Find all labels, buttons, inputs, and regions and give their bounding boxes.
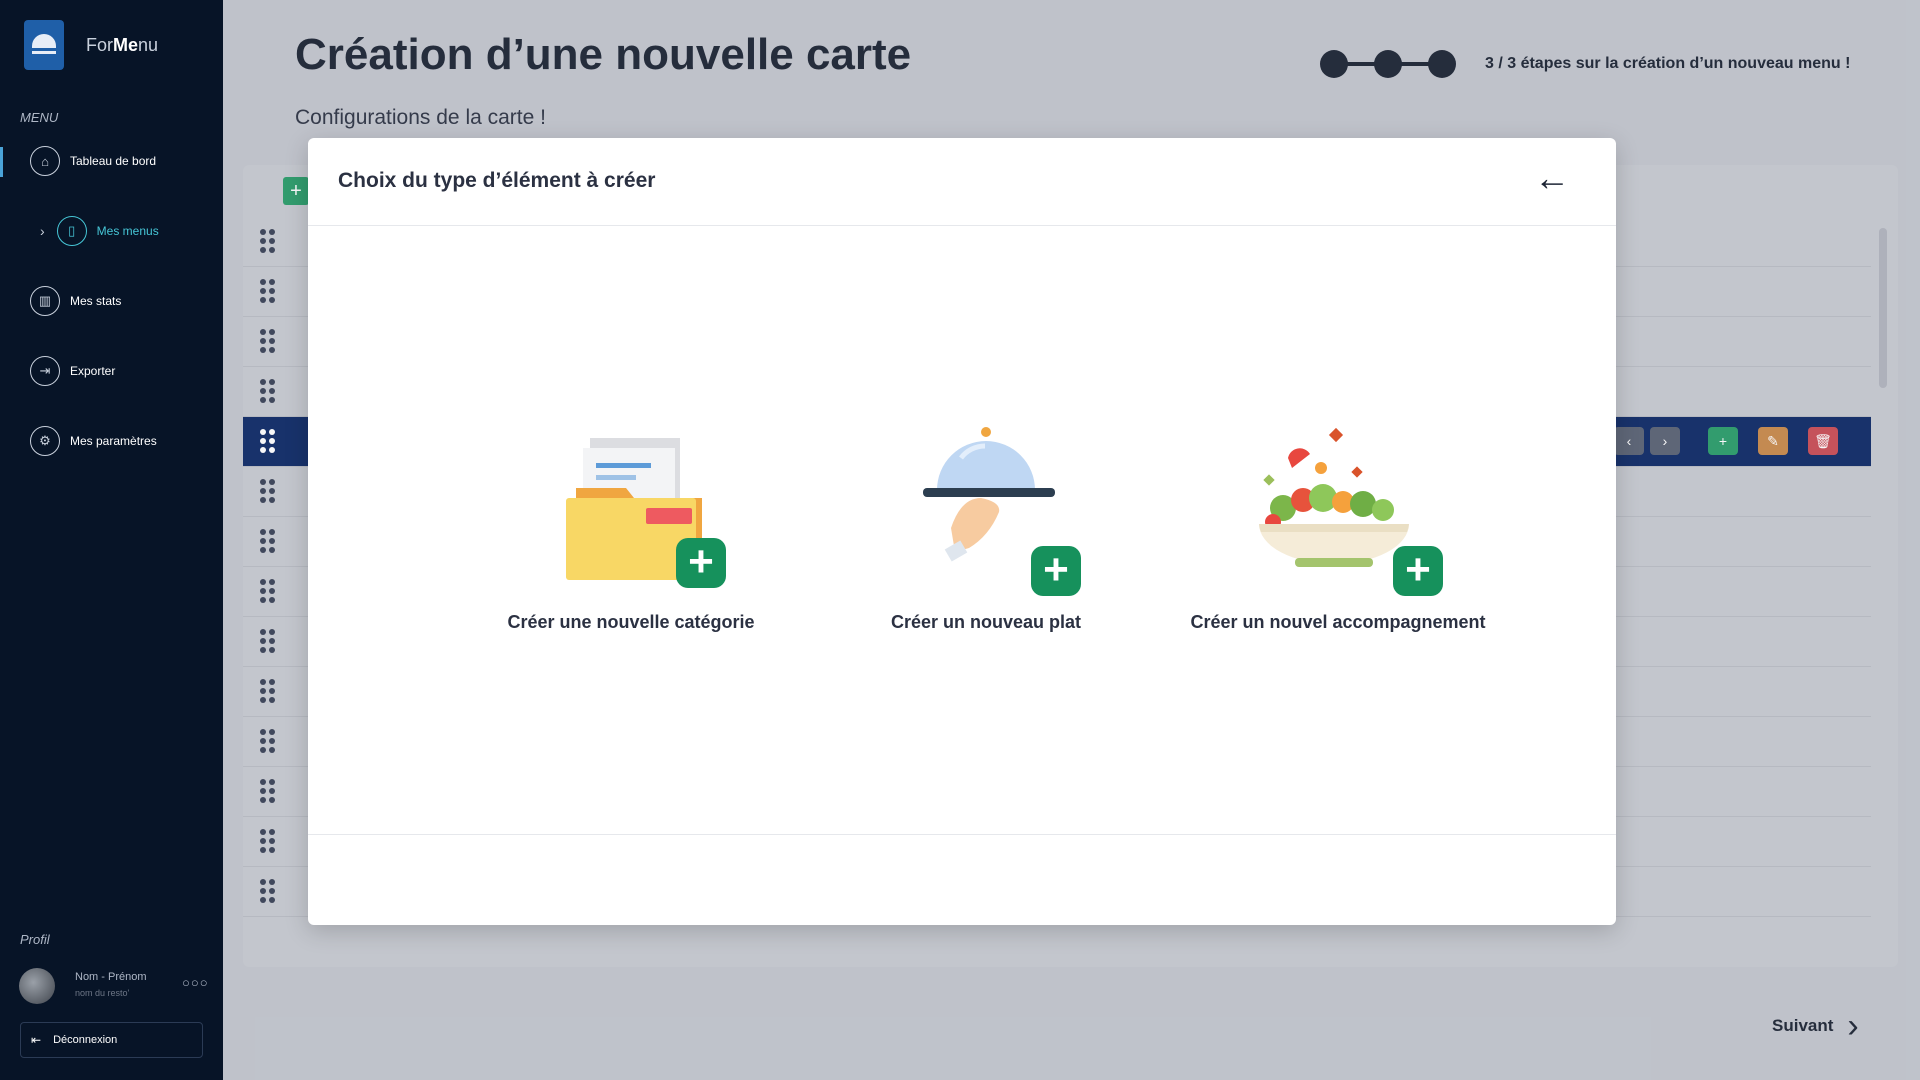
sidebar-item-label: Tableau de bord: [70, 154, 157, 168]
sidebar-item-settings[interactable]: ⚙ Mes paramètres: [30, 426, 157, 456]
cloche-add-icon: +: [891, 418, 1081, 598]
logo-text: ForMenu: [86, 34, 159, 55]
profile-restaurant: nom du resto': [75, 988, 130, 998]
create-element-modal: Choix du type d’élément à créer ← + Crée…: [308, 138, 1616, 925]
create-side-label: Créer un nouvel accompagnement: [1190, 612, 1486, 632]
profile-section-title: Profil: [20, 932, 50, 947]
sidebar: ForMenu MENU ⌂ Tableau de bord › ▯ Mes m…: [0, 0, 223, 1080]
back-arrow-icon[interactable]: ←: [1532, 158, 1572, 198]
chevron-right-icon: ›: [40, 223, 45, 239]
logout-button[interactable]: ⇤ Déconnexion: [20, 1022, 203, 1058]
active-indicator: [0, 147, 3, 177]
create-category-label: Créer une nouvelle catégorie: [507, 612, 755, 632]
plus-icon: +: [676, 538, 726, 588]
menu-book-icon: ▯: [56, 216, 87, 246]
bar-chart-icon: ▥: [30, 286, 60, 316]
salad-add-icon: +: [1243, 418, 1443, 598]
avatar[interactable]: [19, 968, 55, 1004]
modal-title: Choix du type d’élément à créer: [338, 169, 656, 192]
export-icon: ⇥: [30, 356, 60, 386]
create-side-option[interactable]: + Créer un nouvel accompagnement: [1163, 418, 1513, 633]
logo-icon: [24, 20, 64, 70]
modal-footer-divider: [308, 834, 1616, 835]
create-dish-label: Créer un nouveau plat: [890, 612, 1082, 632]
settings-icon: ⚙: [30, 426, 60, 456]
app-logo[interactable]: ForMenu: [24, 20, 158, 70]
sidebar-item-label: Exporter: [70, 364, 116, 378]
more-options-icon[interactable]: ○○○: [182, 975, 209, 990]
sidebar-item-mes-menus[interactable]: › ▯ Mes menus: [40, 216, 159, 246]
logout-icon: ⇤: [31, 1033, 42, 1047]
home-icon: ⌂: [30, 146, 60, 176]
plus-icon: +: [1031, 546, 1081, 596]
plus-icon: +: [1393, 546, 1443, 596]
sidebar-item-label: Mes stats: [70, 294, 122, 308]
logout-label: Déconnexion: [53, 1034, 118, 1046]
folder-add-icon: +: [536, 418, 726, 598]
sidebar-item-dashboard[interactable]: ⌂ Tableau de bord: [30, 146, 156, 176]
sidebar-item-export[interactable]: ⇥ Exporter: [30, 356, 115, 386]
menu-section-title: MENU: [20, 110, 59, 125]
sidebar-item-label: Mes menus: [96, 224, 159, 238]
sidebar-item-label: Mes paramètres: [70, 434, 157, 448]
profile-name: Nom - Prénom: [75, 971, 147, 983]
modal-header: Choix du type d’élément à créer ←: [308, 138, 1616, 226]
sidebar-item-stats[interactable]: ▥ Mes stats: [30, 286, 121, 316]
create-category-option[interactable]: + Créer une nouvelle catégorie: [481, 418, 781, 633]
create-dish-option[interactable]: + Créer un nouveau plat: [836, 418, 1136, 633]
